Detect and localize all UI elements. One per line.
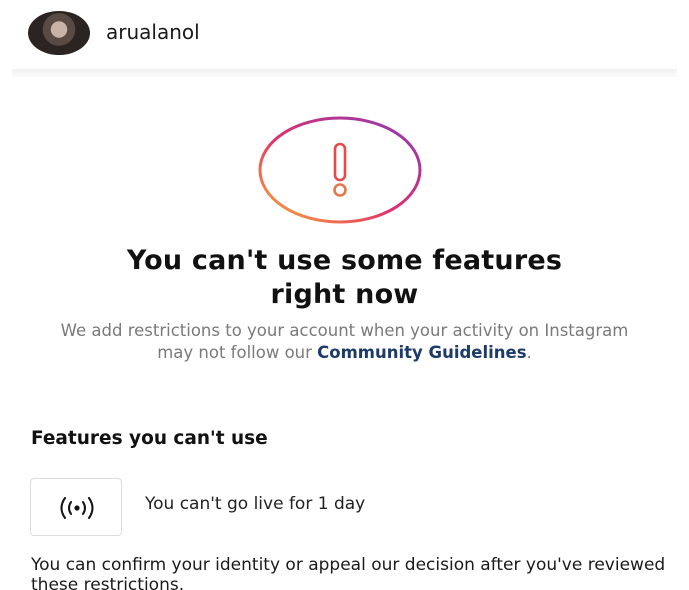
description-suffix: . <box>526 343 532 362</box>
profile-header: arualanol <box>0 0 689 70</box>
restriction-description: We add restrictions to your account when… <box>55 320 634 364</box>
feature-icon-box <box>30 478 122 536</box>
page-title: You can't use some features right now <box>60 244 629 312</box>
header-divider <box>12 69 677 77</box>
username[interactable]: arualanol <box>106 20 200 44</box>
features-section-heading: Features you can't use <box>31 428 268 449</box>
appeal-info-text: You can confirm your identity or appeal … <box>31 555 666 590</box>
live-broadcast-icon <box>60 497 94 519</box>
feature-item-label: You can't go live for 1 day <box>145 494 366 514</box>
title-line-2: right now <box>270 279 419 310</box>
avatar[interactable] <box>28 11 90 55</box>
community-guidelines-link[interactable]: Community Guidelines <box>317 343 526 362</box>
title-line-1: You can't use some features <box>126 245 563 276</box>
warning-icon <box>258 116 422 224</box>
